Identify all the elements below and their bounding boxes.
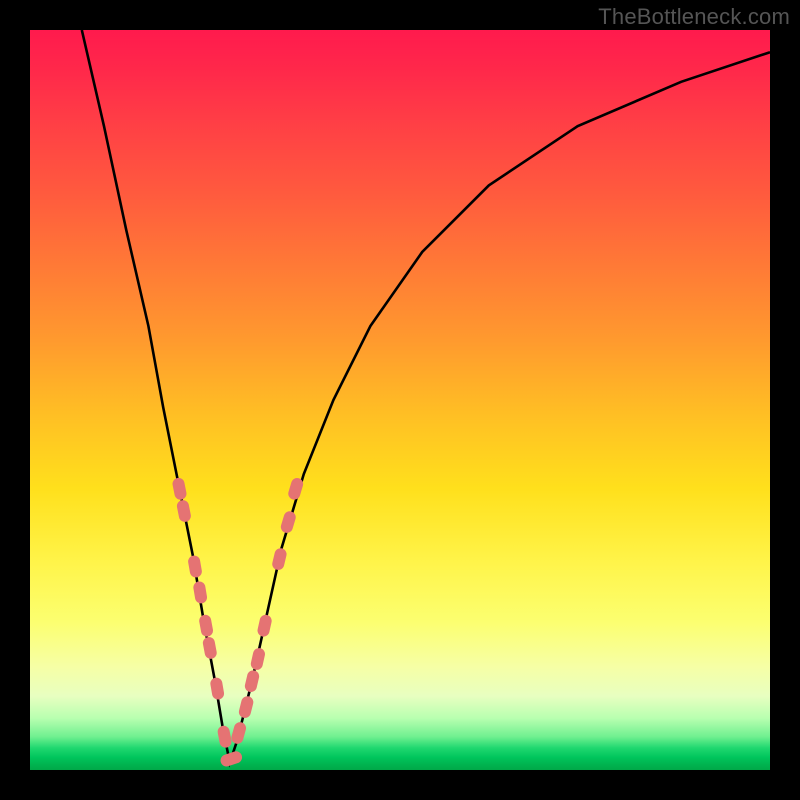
marker-lozenge — [209, 677, 225, 701]
marker-lozenge — [192, 581, 207, 605]
chart-overlay-svg — [30, 30, 770, 770]
marker-lozenge — [244, 669, 261, 693]
marker-lozenge — [176, 499, 192, 523]
watermark-text: TheBottleneck.com — [598, 4, 790, 30]
marker-lozenge — [238, 695, 255, 719]
marker-lozenge — [171, 477, 187, 501]
marker-lozenge — [217, 725, 233, 749]
curve-path — [82, 30, 770, 763]
marker-lozenge — [279, 510, 297, 535]
chart-frame: TheBottleneck.com — [0, 0, 800, 800]
bottleneck-curve — [82, 30, 770, 763]
marker-lozenge — [219, 750, 244, 768]
highlighted-markers — [171, 477, 304, 769]
marker-lozenge — [271, 547, 288, 571]
marker-lozenge — [198, 614, 214, 638]
marker-lozenge — [250, 647, 266, 671]
marker-lozenge — [187, 555, 203, 579]
marker-lozenge — [230, 721, 247, 745]
marker-lozenge — [202, 636, 218, 660]
marker-lozenge — [256, 614, 272, 638]
plot-area — [30, 30, 770, 770]
